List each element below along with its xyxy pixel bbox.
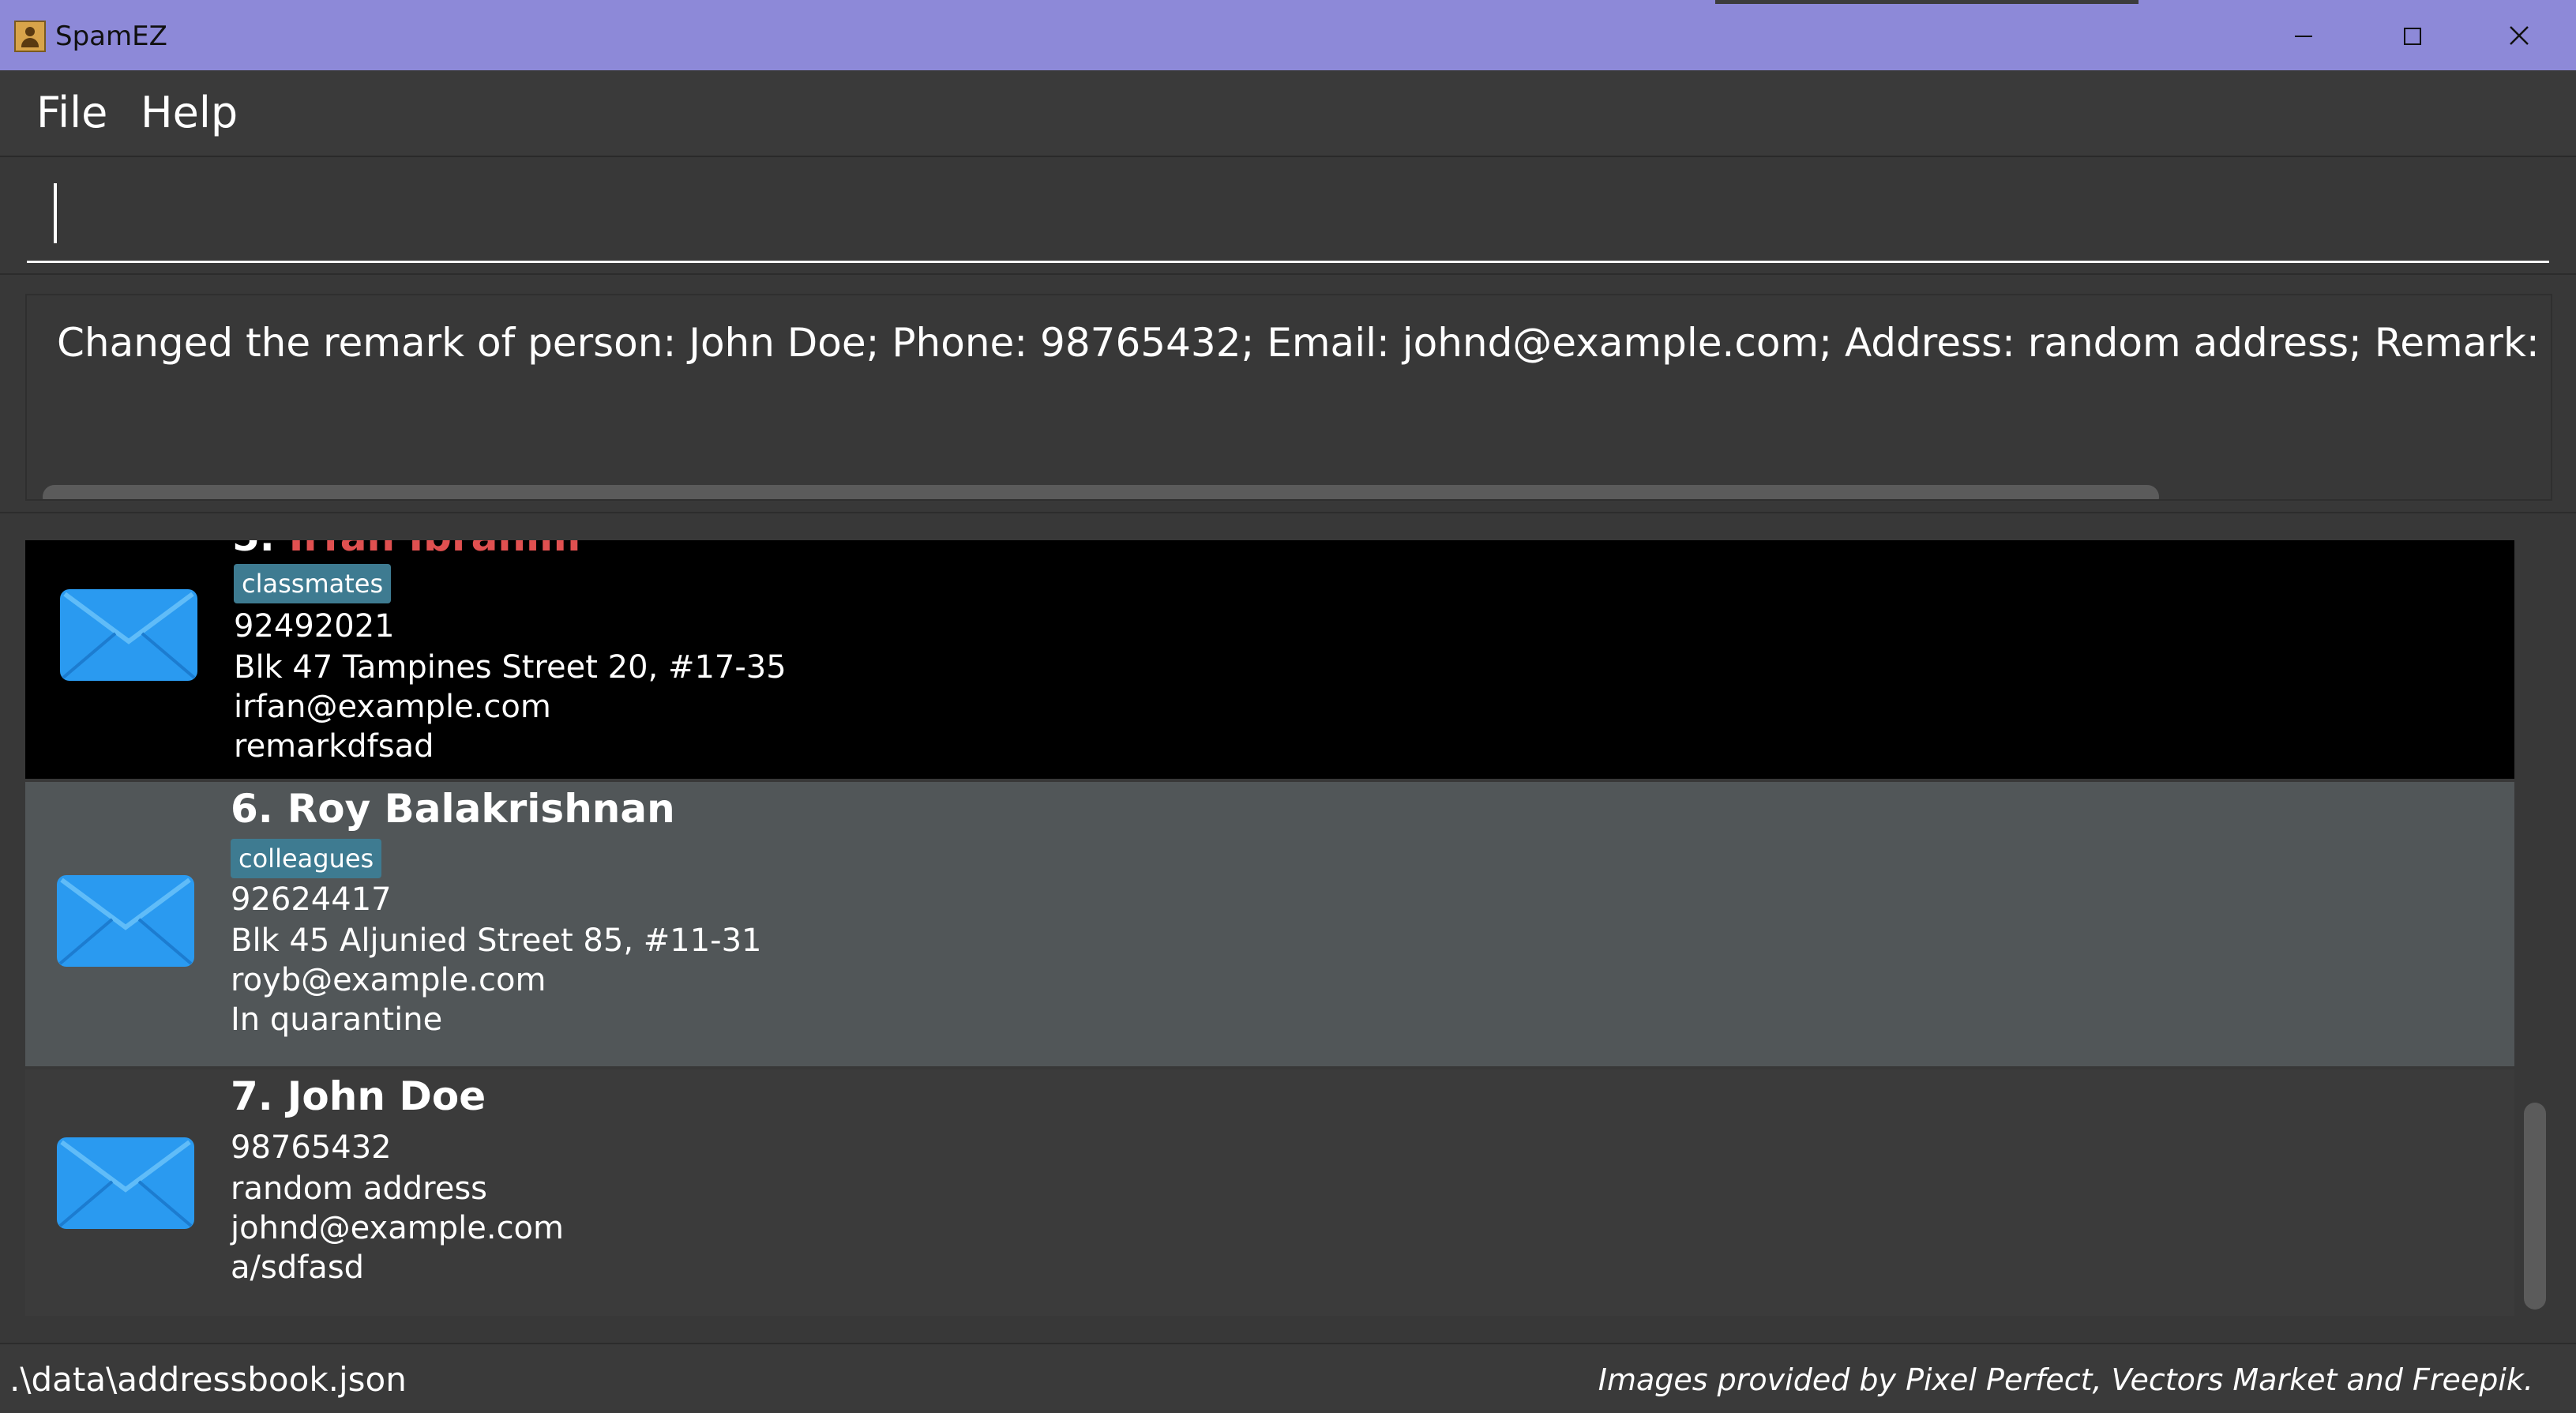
person-remark: In quarantine <box>231 1002 443 1038</box>
person-index: 7. <box>231 1073 273 1119</box>
minimize-button[interactable] <box>2263 11 2342 60</box>
result-text: Changed the remark of person: John Doe; … <box>57 320 2551 366</box>
person-name: Irfan Ibrahim <box>289 540 580 560</box>
title-bar-accent <box>1715 0 2139 4</box>
person-name: John Doe <box>287 1073 486 1119</box>
person-address: Blk 45 Aljunied Street 85, #11-31 <box>231 923 762 959</box>
person-name: Roy Balakrishnan <box>287 786 675 832</box>
person-card[interactable]: 7. John Doe 98765432 random address johnd… <box>25 1069 2514 1316</box>
mail-icon <box>57 1137 194 1229</box>
person-name-line: 7. John Doe <box>231 1073 486 1120</box>
result-display[interactable]: Changed the remark of person: John Doe; … <box>25 294 2552 501</box>
app-icon-body <box>21 38 39 47</box>
save-file-path: .\data\addressbook.json <box>9 1360 407 1399</box>
mail-icon <box>60 589 197 681</box>
person-remark: remarkdfsad <box>234 728 434 765</box>
close-icon <box>2510 26 2529 45</box>
minimize-icon <box>2295 36 2312 37</box>
person-email: royb@example.com <box>231 962 546 998</box>
person-address: random address <box>231 1171 487 1207</box>
app-icon-head <box>25 27 35 36</box>
person-address: Blk 47 Tampines Street 20, #17-35 <box>234 649 787 686</box>
status-bar: .\data\addressbook.json Images provided … <box>0 1343 2576 1413</box>
title-bar: SpamEZ <box>0 0 2576 70</box>
person-card[interactable]: 6. Roy Balakrishnan colleagues 92624417 B… <box>25 782 2514 1066</box>
image-credits: Images provided by Pixel Perfect, Vector… <box>1598 1362 2533 1397</box>
maximize-button[interactable] <box>2372 11 2451 60</box>
person-tag: colleagues <box>231 839 382 878</box>
person-list[interactable]: 5. Irfan Ibrahim classmates 92492021 Blk … <box>25 540 2514 1316</box>
command-input[interactable] <box>27 160 2549 263</box>
person-name-line: 5. Irfan Ibrahim <box>232 540 580 561</box>
person-email: johnd@example.com <box>231 1210 564 1246</box>
person-email: irfan@example.com <box>234 689 551 725</box>
person-phone: 92492021 <box>234 608 395 644</box>
menu-file[interactable]: File <box>36 88 107 138</box>
menu-bar: File Help <box>0 70 2576 157</box>
person-phone: 92624417 <box>231 881 392 918</box>
person-phone: 98765432 <box>231 1129 392 1166</box>
person-remark: a/sdfasd <box>231 1250 365 1286</box>
maximize-icon <box>2404 28 2421 45</box>
person-card[interactable]: 5. Irfan Ibrahim classmates 92492021 Blk … <box>25 540 2514 779</box>
close-button[interactable] <box>2480 11 2559 60</box>
person-name-line: 6. Roy Balakrishnan <box>231 785 675 832</box>
result-panel: Changed the remark of person: John Doe; … <box>0 273 2576 513</box>
person-tag: classmates <box>234 564 392 603</box>
app-contact-icon <box>14 21 46 52</box>
mail-icon <box>57 875 194 967</box>
person-index: 6. <box>231 786 273 832</box>
result-horizontal-scrollbar[interactable] <box>43 485 2159 499</box>
window-title: SpamEZ <box>55 21 167 52</box>
list-scrollbar-thumb[interactable] <box>2524 1103 2546 1310</box>
person-index: 5. <box>232 540 275 560</box>
text-caret <box>54 183 57 243</box>
menu-help[interactable]: Help <box>141 88 238 138</box>
